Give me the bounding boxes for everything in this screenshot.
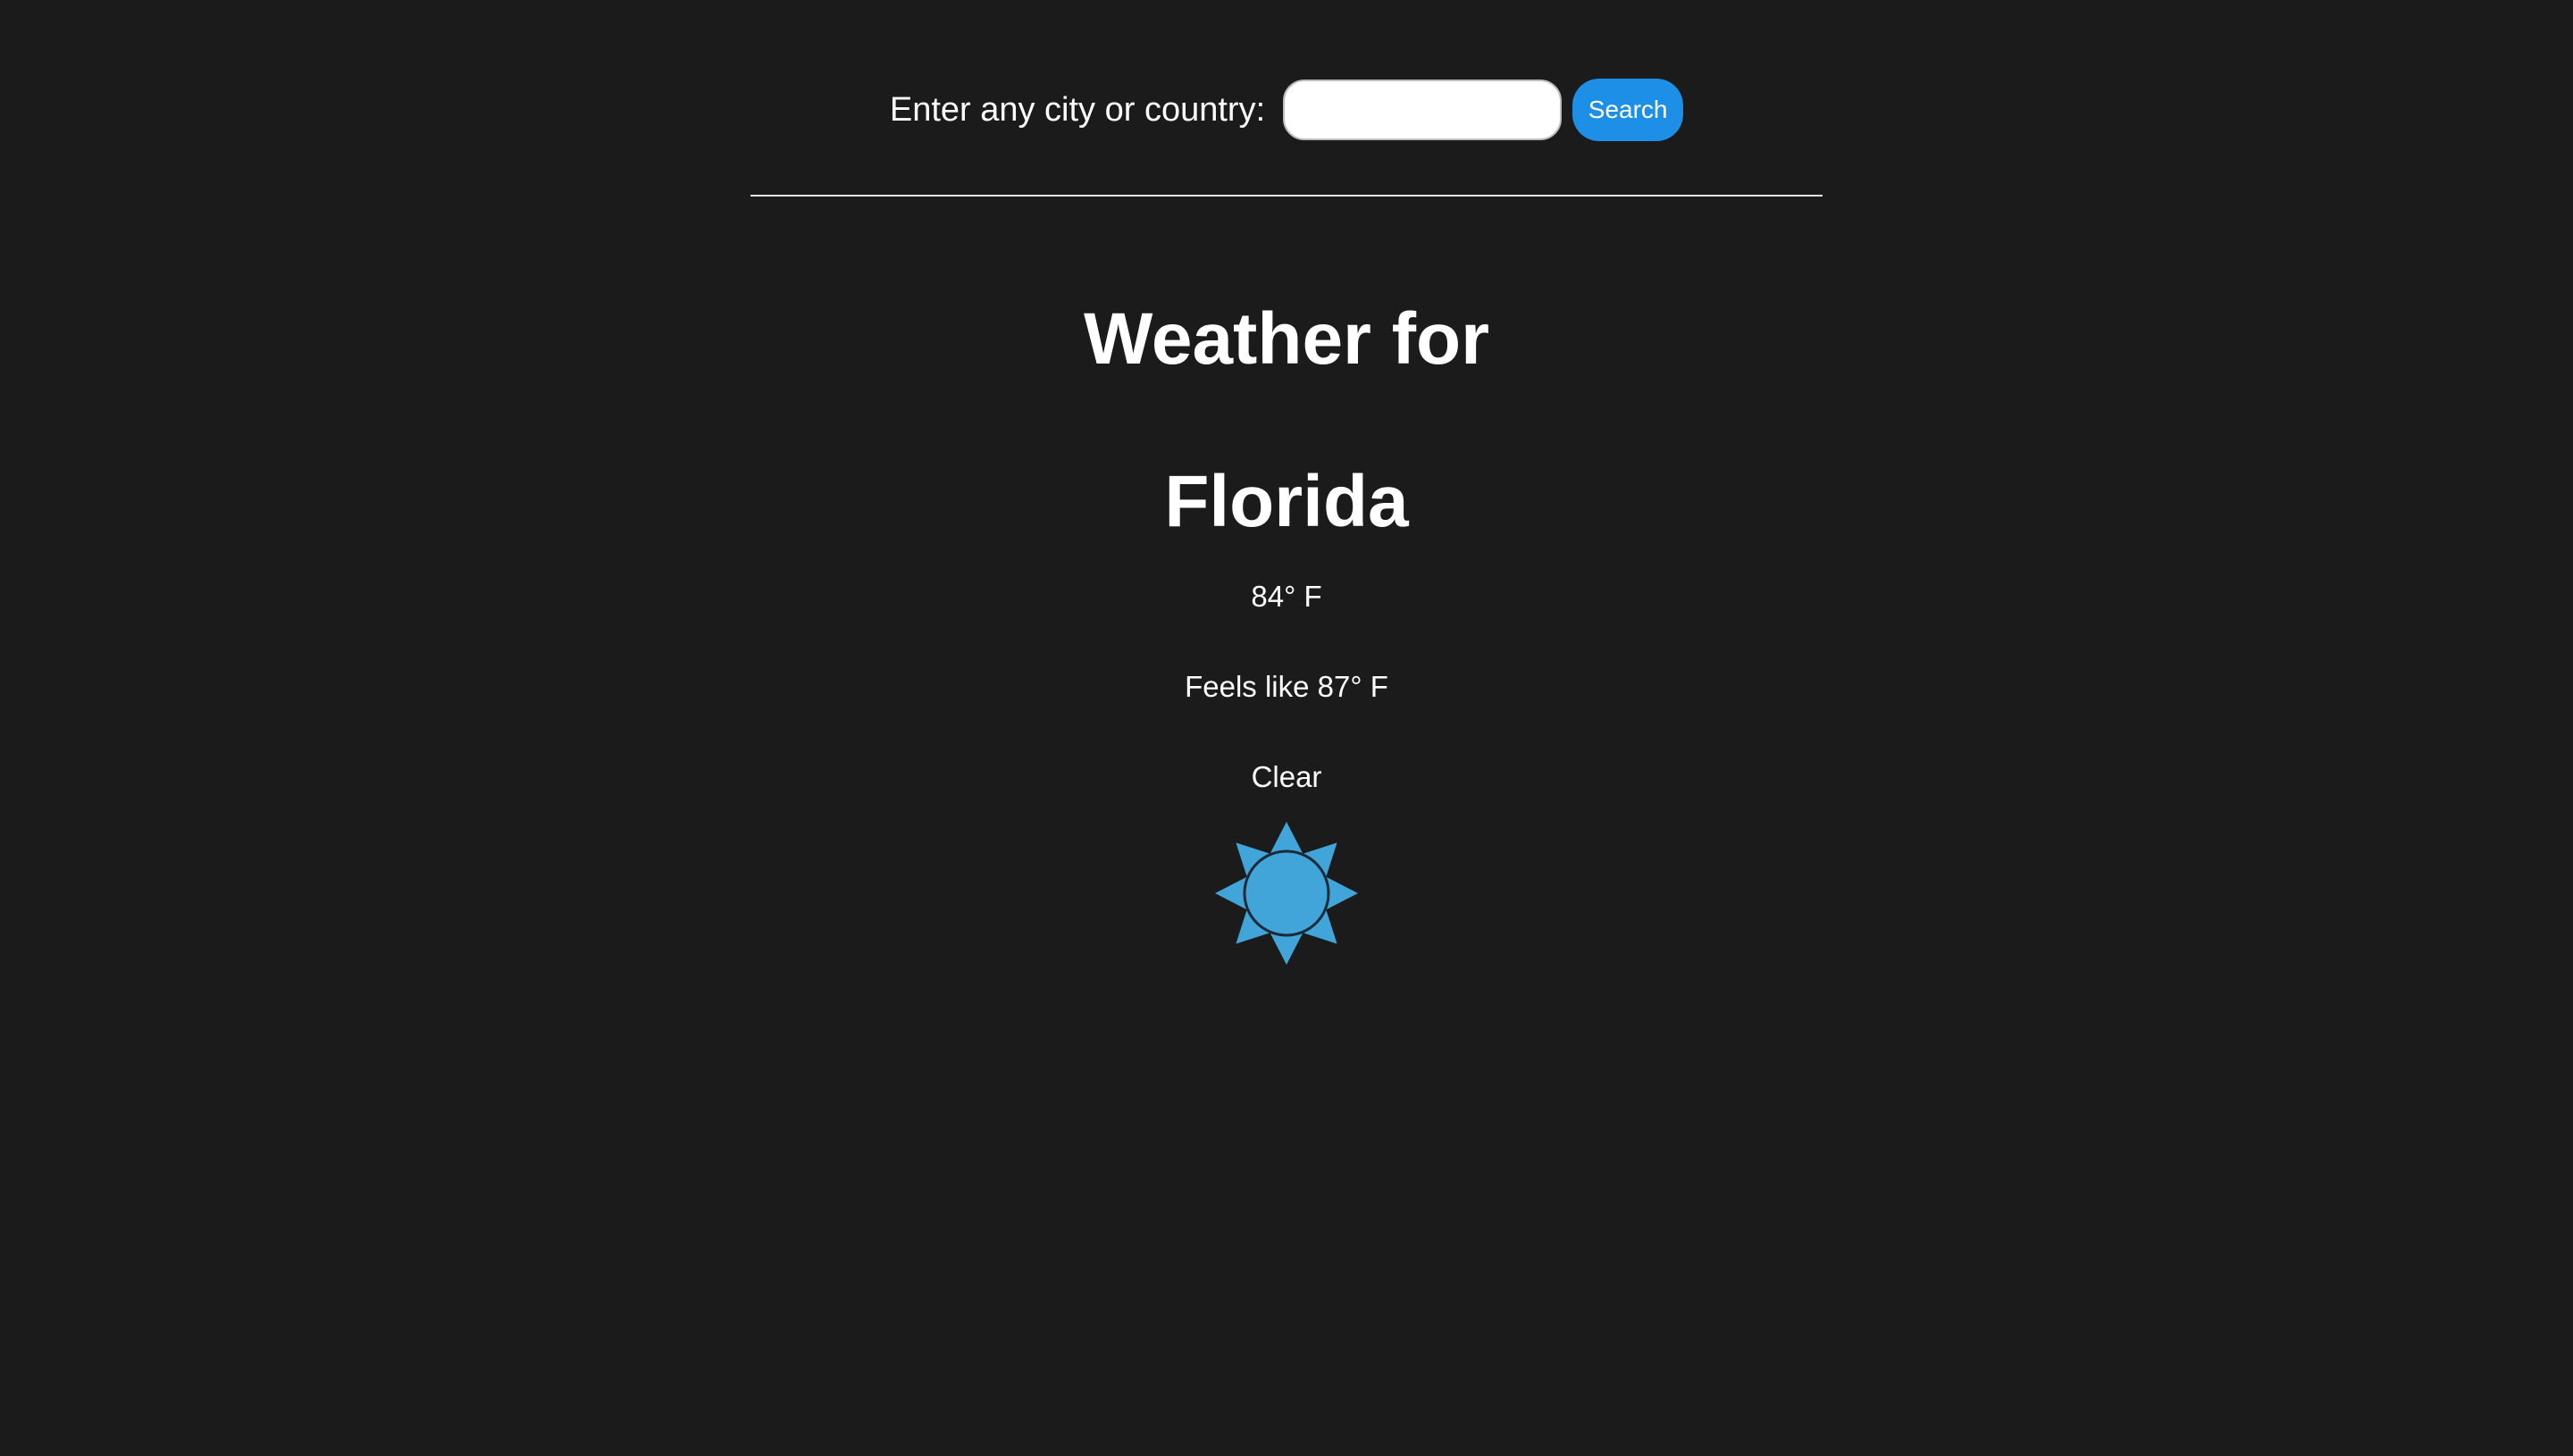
search-input[interactable] (1283, 79, 1563, 140)
feels-like: Feels like 87° F (1185, 670, 1388, 703)
temperature: 84° F (1251, 580, 1322, 613)
location-name: Florida (1164, 461, 1409, 542)
search-label: Enter any city or country: (889, 90, 1266, 129)
weather-page: Enter any city or country: Search Weathe… (0, 0, 2573, 1456)
search-button[interactable]: Search (1572, 79, 1684, 141)
weather-condition: Clear (1251, 760, 1322, 793)
sun-icon (1215, 820, 1358, 966)
divider (750, 195, 1823, 197)
page-title: Weather for (1083, 298, 1490, 380)
search-bar: Enter any city or country: Search (0, 78, 2573, 142)
